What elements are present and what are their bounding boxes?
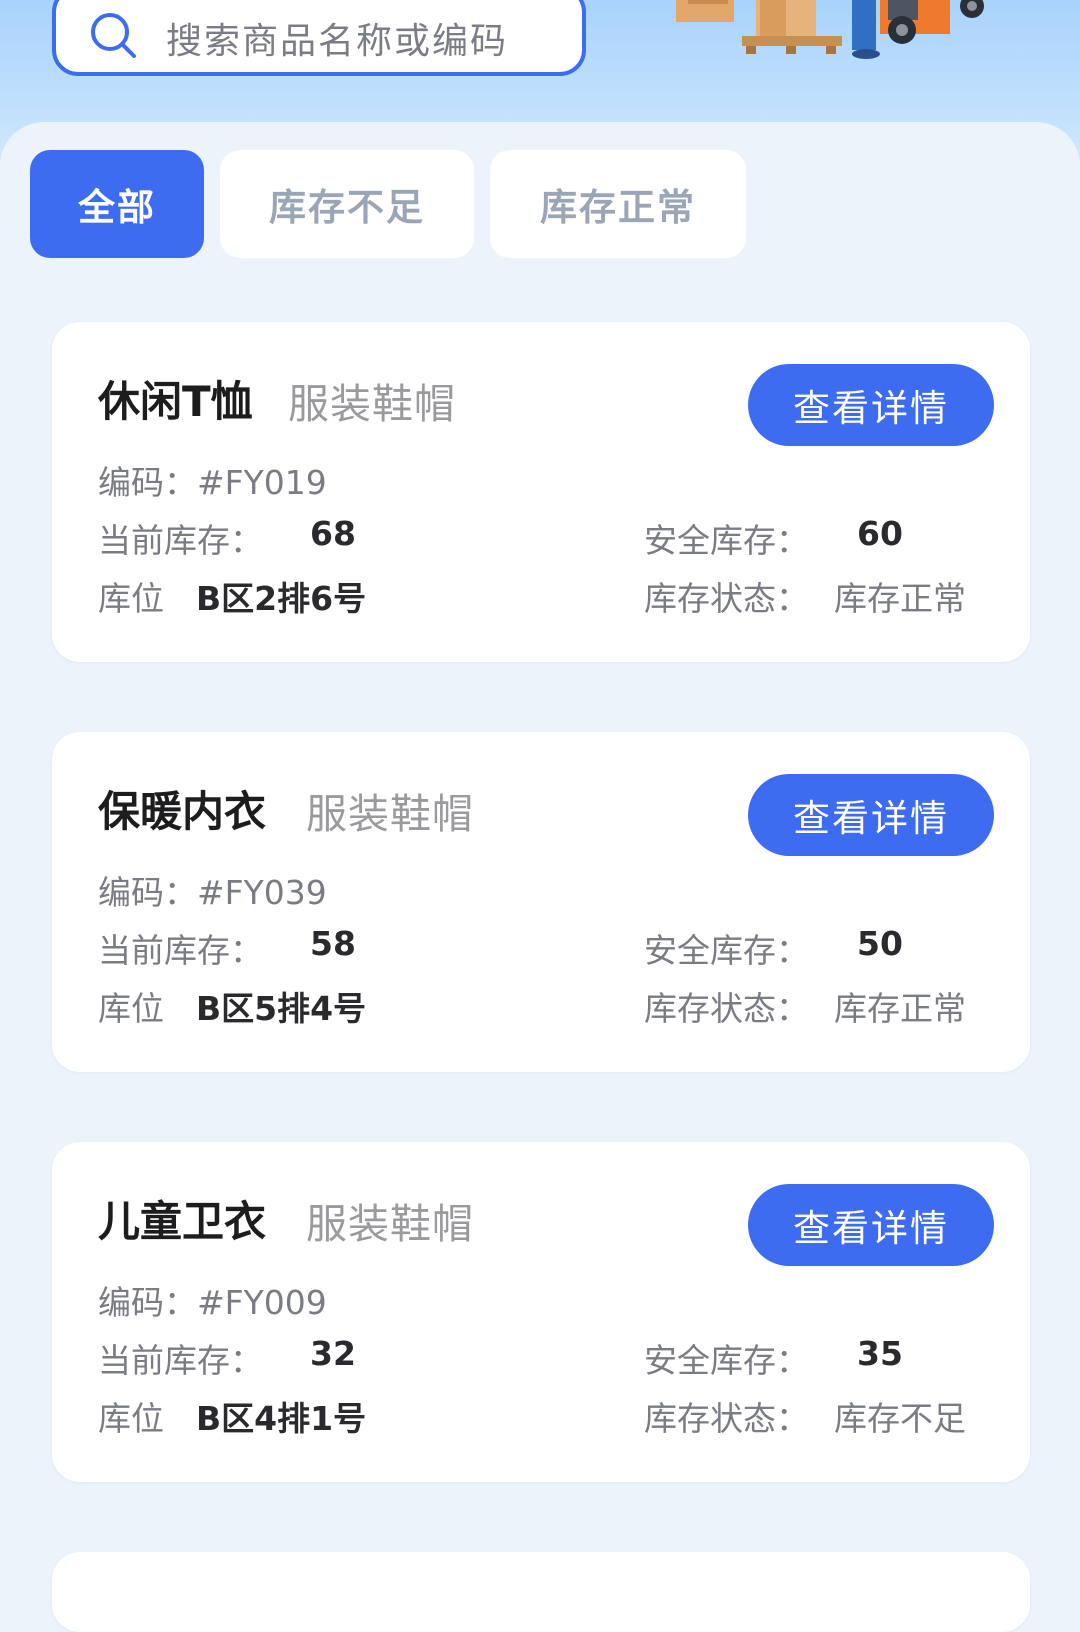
inventory-list-panel: 全部 库存不足 库存正常 休闲T恤 服装鞋帽 查看详情 编码：#FY019 当前… [0, 122, 1080, 1632]
view-details-button[interactable]: 查看详情 [748, 774, 994, 856]
code-row: 编码：#FY009 [98, 1276, 327, 1324]
status-value: 库存不足 [834, 1399, 966, 1438]
code-row: 编码：#FY039 [98, 866, 327, 914]
location-label: 库位 [98, 989, 164, 1028]
safety-stock-value: 35 [857, 1334, 903, 1373]
search-input[interactable]: 搜索商品名称或编码 [52, 0, 586, 76]
product-name: 保暖内衣 [98, 787, 267, 836]
view-details-button[interactable]: 查看详情 [748, 364, 994, 446]
code-row: 编码：#FY019 [98, 456, 327, 504]
current-stock-value: 32 [310, 1334, 356, 1373]
safety-stock-label: 安全库存： [644, 1341, 809, 1380]
product-card[interactable]: 保暖内衣 服装鞋帽 查看详情 编码：#FY039 当前库存： 58 安全库存： … [52, 732, 1030, 1072]
location-value: B区5排4号 [196, 989, 367, 1028]
current-stock-label: 当前库存： [98, 1341, 263, 1380]
status-label: 库存状态： [644, 1399, 809, 1438]
safety-stock-value: 50 [857, 924, 903, 963]
status-label: 库存状态： [644, 579, 809, 618]
view-details-button[interactable]: 查看详情 [748, 1184, 994, 1266]
product-category: 服装鞋帽 [288, 380, 456, 428]
safety-stock-value: 60 [857, 514, 903, 553]
product-category: 服装鞋帽 [306, 790, 474, 838]
code-value: #FY019 [197, 463, 327, 502]
current-stock-label: 当前库存： [98, 521, 263, 560]
tab-low-stock[interactable]: 库存不足 [220, 150, 474, 258]
search-placeholder: 搜索商品名称或编码 [166, 21, 509, 62]
status-value: 库存正常 [834, 989, 966, 1028]
location-label: 库位 [98, 1399, 164, 1438]
code-label: 编码： [98, 463, 197, 502]
warehouse-forklift-illustration [676, 0, 984, 59]
status-value: 库存正常 [834, 579, 966, 618]
safety-stock-label: 安全库存： [644, 521, 809, 560]
current-stock-label: 当前库存： [98, 931, 263, 970]
code-value: #FY039 [197, 873, 327, 912]
location-value: B区4排1号 [196, 1399, 367, 1438]
code-value: #FY009 [197, 1283, 327, 1322]
tab-normal-stock[interactable]: 库存正常 [490, 150, 746, 258]
product-card[interactable] [52, 1552, 1030, 1632]
tab-all[interactable]: 全部 [30, 150, 204, 258]
current-stock-value: 68 [310, 514, 356, 553]
product-card[interactable]: 儿童卫衣 服装鞋帽 查看详情 编码：#FY009 当前库存： 32 安全库存： … [52, 1142, 1030, 1482]
location-value: B区2排6号 [196, 579, 367, 618]
product-category: 服装鞋帽 [306, 1200, 474, 1248]
status-label: 库存状态： [644, 989, 809, 1028]
product-name: 休闲T恤 [98, 377, 253, 426]
search-icon [91, 13, 136, 58]
code-label: 编码： [98, 1283, 197, 1322]
safety-stock-label: 安全库存： [644, 931, 809, 970]
product-card[interactable]: 休闲T恤 服装鞋帽 查看详情 编码：#FY019 当前库存： 68 安全库存： … [52, 322, 1030, 662]
product-name: 儿童卫衣 [98, 1197, 267, 1246]
code-label: 编码： [98, 873, 197, 912]
location-label: 库位 [98, 579, 164, 618]
current-stock-value: 58 [310, 924, 356, 963]
